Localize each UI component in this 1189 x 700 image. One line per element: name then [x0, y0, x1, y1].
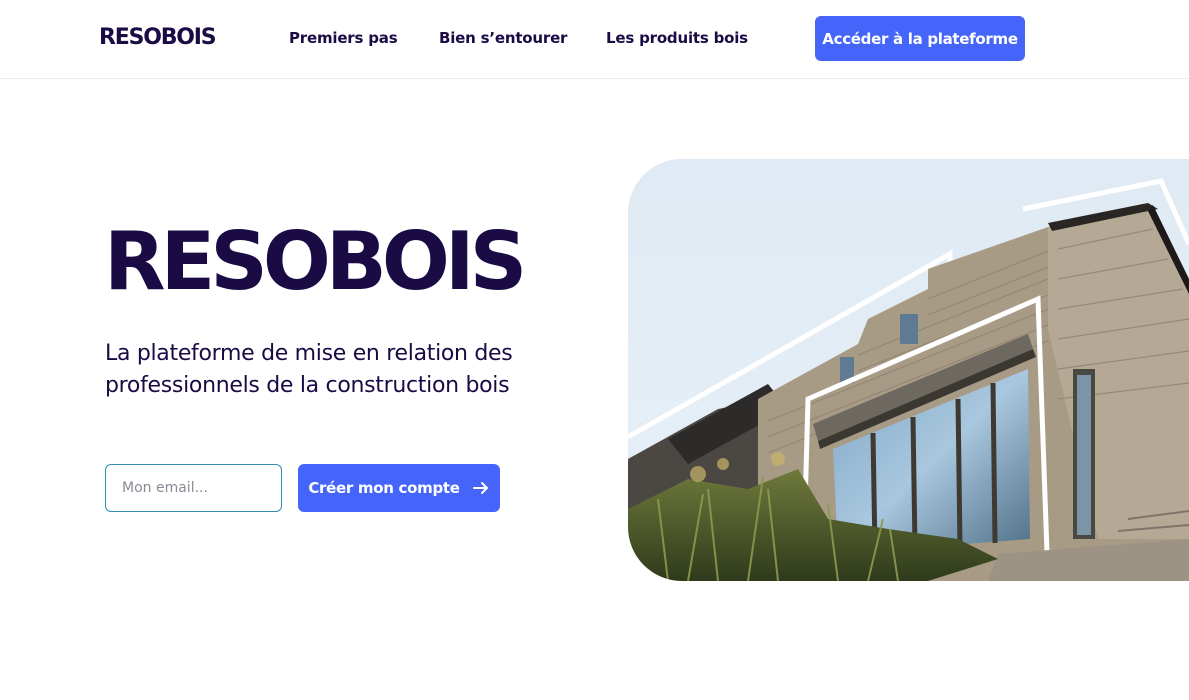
hero-title: RESOBOIS: [104, 215, 527, 308]
nav-link-premiers-pas[interactable]: Premiers pas: [289, 29, 398, 47]
arrow-right-icon: [472, 479, 490, 497]
create-account-label: Créer mon compte: [308, 479, 460, 497]
nav-link-produits-bois[interactable]: Les produits bois: [606, 29, 748, 47]
platform-access-button[interactable]: Accéder à la plateforme: [815, 16, 1025, 61]
create-account-button[interactable]: Créer mon compte: [298, 464, 500, 512]
nav-link-bien-sentourer[interactable]: Bien s’entourer: [439, 29, 567, 47]
site-header: RESOBOIS Premiers pas Bien s’entourer Le…: [0, 0, 1189, 79]
hero-subtitle: La plateforme de mise en relation des pr…: [105, 341, 513, 398]
hero-house-image: [628, 159, 1189, 581]
logo[interactable]: RESOBOIS: [99, 25, 217, 50]
email-input[interactable]: [105, 464, 282, 512]
